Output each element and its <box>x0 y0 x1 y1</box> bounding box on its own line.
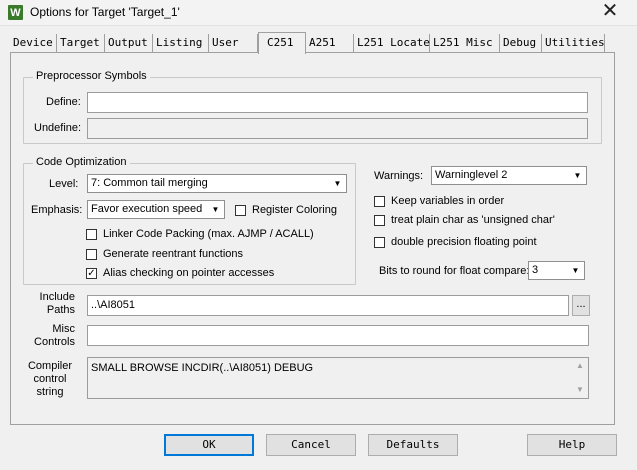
tab-l251-misc[interactable]: L251 Misc <box>430 34 500 52</box>
cancel-button[interactable]: Cancel <box>266 434 356 456</box>
plain-char-label: treat plain char as 'unsigned char' <box>391 214 555 226</box>
keep-variables-checkbox[interactable]: Keep variables in order <box>374 195 504 207</box>
double-precision-checkbox[interactable]: double precision floating point <box>374 236 537 248</box>
misc-controls-label: Misc Controls <box>30 323 75 349</box>
misc-controls-label-line2: Controls <box>34 336 75 348</box>
close-icon[interactable]: ✕ <box>599 1 621 23</box>
alias-checking-checkbox[interactable]: ✓ Alias checking on pointer accesses <box>86 267 274 279</box>
generate-reentrant-label: Generate reentrant functions <box>103 248 244 260</box>
title-bar: W Options for Target 'Target_1' ✕ <box>0 0 637 26</box>
help-button[interactable]: Help <box>527 434 617 456</box>
code-optimization-group-label: Code Optimization <box>33 156 130 168</box>
level-select-value: 7: Common tail merging <box>91 177 208 189</box>
preprocessor-group-label: Preprocessor Symbols <box>33 70 150 82</box>
register-coloring-label: Register Coloring <box>252 204 337 216</box>
tab-output[interactable]: Output <box>105 34 153 52</box>
define-label: Define: <box>46 96 81 108</box>
keep-variables-label: Keep variables in order <box>391 195 505 207</box>
tab-device[interactable]: Device <box>10 34 57 52</box>
misc-controls-input[interactable] <box>87 325 589 346</box>
compiler-control-label: Compiler control string <box>25 360 75 399</box>
linker-code-packing-label: Linker Code Packing (max. AJMP / ACALL) <box>103 228 314 240</box>
check-mark-icon: ✓ <box>86 267 97 279</box>
checkbox-box <box>235 204 246 216</box>
tab-listing[interactable]: Listing <box>153 34 209 52</box>
keil-uvision-icon: W <box>8 5 23 20</box>
tab-target[interactable]: Target <box>57 34 105 52</box>
checkbox-box <box>374 236 385 248</box>
undefine-label: Undefine: <box>34 122 82 134</box>
ok-button[interactable]: OK <box>164 434 254 456</box>
misc-controls-label-line1: Misc <box>52 323 75 335</box>
include-paths-input[interactable]: ..\AI8051 <box>87 295 569 316</box>
undefine-input[interactable] <box>87 118 588 139</box>
tab-c251[interactable]: C251 <box>258 32 306 54</box>
bits-round-select[interactable]: 3 ▼ <box>528 261 585 280</box>
chevron-down-icon: ▼ <box>573 171 582 180</box>
defaults-button[interactable]: Defaults <box>368 434 458 456</box>
tab-a251[interactable]: A251 <box>306 34 354 52</box>
tab-l251-locate[interactable]: L251 Locate <box>354 34 430 52</box>
chevron-down-icon: ▼ <box>333 179 342 188</box>
include-paths-label: Include Paths <box>30 291 75 317</box>
level-label: Level: <box>49 178 79 190</box>
tab-debug[interactable]: Debug <box>500 34 542 52</box>
level-select[interactable]: 7: Common tail merging ▼ <box>87 174 347 193</box>
checkbox-box <box>374 214 385 226</box>
warnings-label: Warnings: <box>374 170 424 182</box>
emphasis-select[interactable]: Favor execution speed ▼ <box>87 200 225 219</box>
bits-round-select-value: 3 <box>532 264 539 276</box>
generate-reentrant-checkbox[interactable]: Generate reentrant functions <box>86 248 243 260</box>
emphasis-label: Emphasis: <box>31 204 83 216</box>
tab-utilities[interactable]: Utilities <box>542 34 605 52</box>
define-input[interactable] <box>87 92 588 113</box>
checkbox-box <box>86 248 97 260</box>
checkbox-box <box>86 228 97 240</box>
register-coloring-checkbox[interactable]: Register Coloring <box>235 204 337 216</box>
warnings-select-value: Warninglevel 2 <box>435 169 508 181</box>
linker-code-packing-checkbox[interactable]: Linker Code Packing (max. AJMP / ACALL) <box>86 228 314 240</box>
tab-user[interactable]: User <box>209 34 258 52</box>
compiler-control-label-line1: Compiler <box>27 360 72 372</box>
compiler-control-value: SMALL BROWSE INCDIR(..\AI8051) DEBUG <box>91 362 314 374</box>
bits-round-label: Bits to round for float compare: <box>379 265 530 277</box>
scroll-down-icon[interactable]: ▼ <box>573 384 587 396</box>
compiler-control-label-line3: string <box>36 386 64 398</box>
emphasis-select-value: Favor execution speed <box>91 203 203 215</box>
checkbox-box <box>374 195 385 207</box>
compiler-control-string: SMALL BROWSE INCDIR(..\AI8051) DEBUG ▲ ▼ <box>87 357 589 399</box>
chevron-down-icon: ▼ <box>211 205 220 214</box>
tab-strip: Device Target Output Listing User C251 A… <box>10 32 615 54</box>
warnings-select[interactable]: Warninglevel 2 ▼ <box>431 166 587 185</box>
double-precision-label: double precision floating point <box>391 236 537 248</box>
window-title: Options for Target 'Target_1' <box>30 5 180 19</box>
scroll-up-icon[interactable]: ▲ <box>573 360 587 372</box>
include-paths-browse-button[interactable]: ... <box>572 295 590 316</box>
include-paths-label-line1: Include <box>39 291 75 303</box>
alias-checking-label: Alias checking on pointer accesses <box>103 267 275 279</box>
compiler-control-label-line2: control <box>33 373 67 385</box>
plain-char-checkbox[interactable]: treat plain char as 'unsigned char' <box>374 214 555 226</box>
scrollbar[interactable]: ▲ ▼ <box>573 359 587 397</box>
include-paths-label-line2: Paths <box>46 304 75 316</box>
chevron-down-icon: ▼ <box>571 266 580 275</box>
